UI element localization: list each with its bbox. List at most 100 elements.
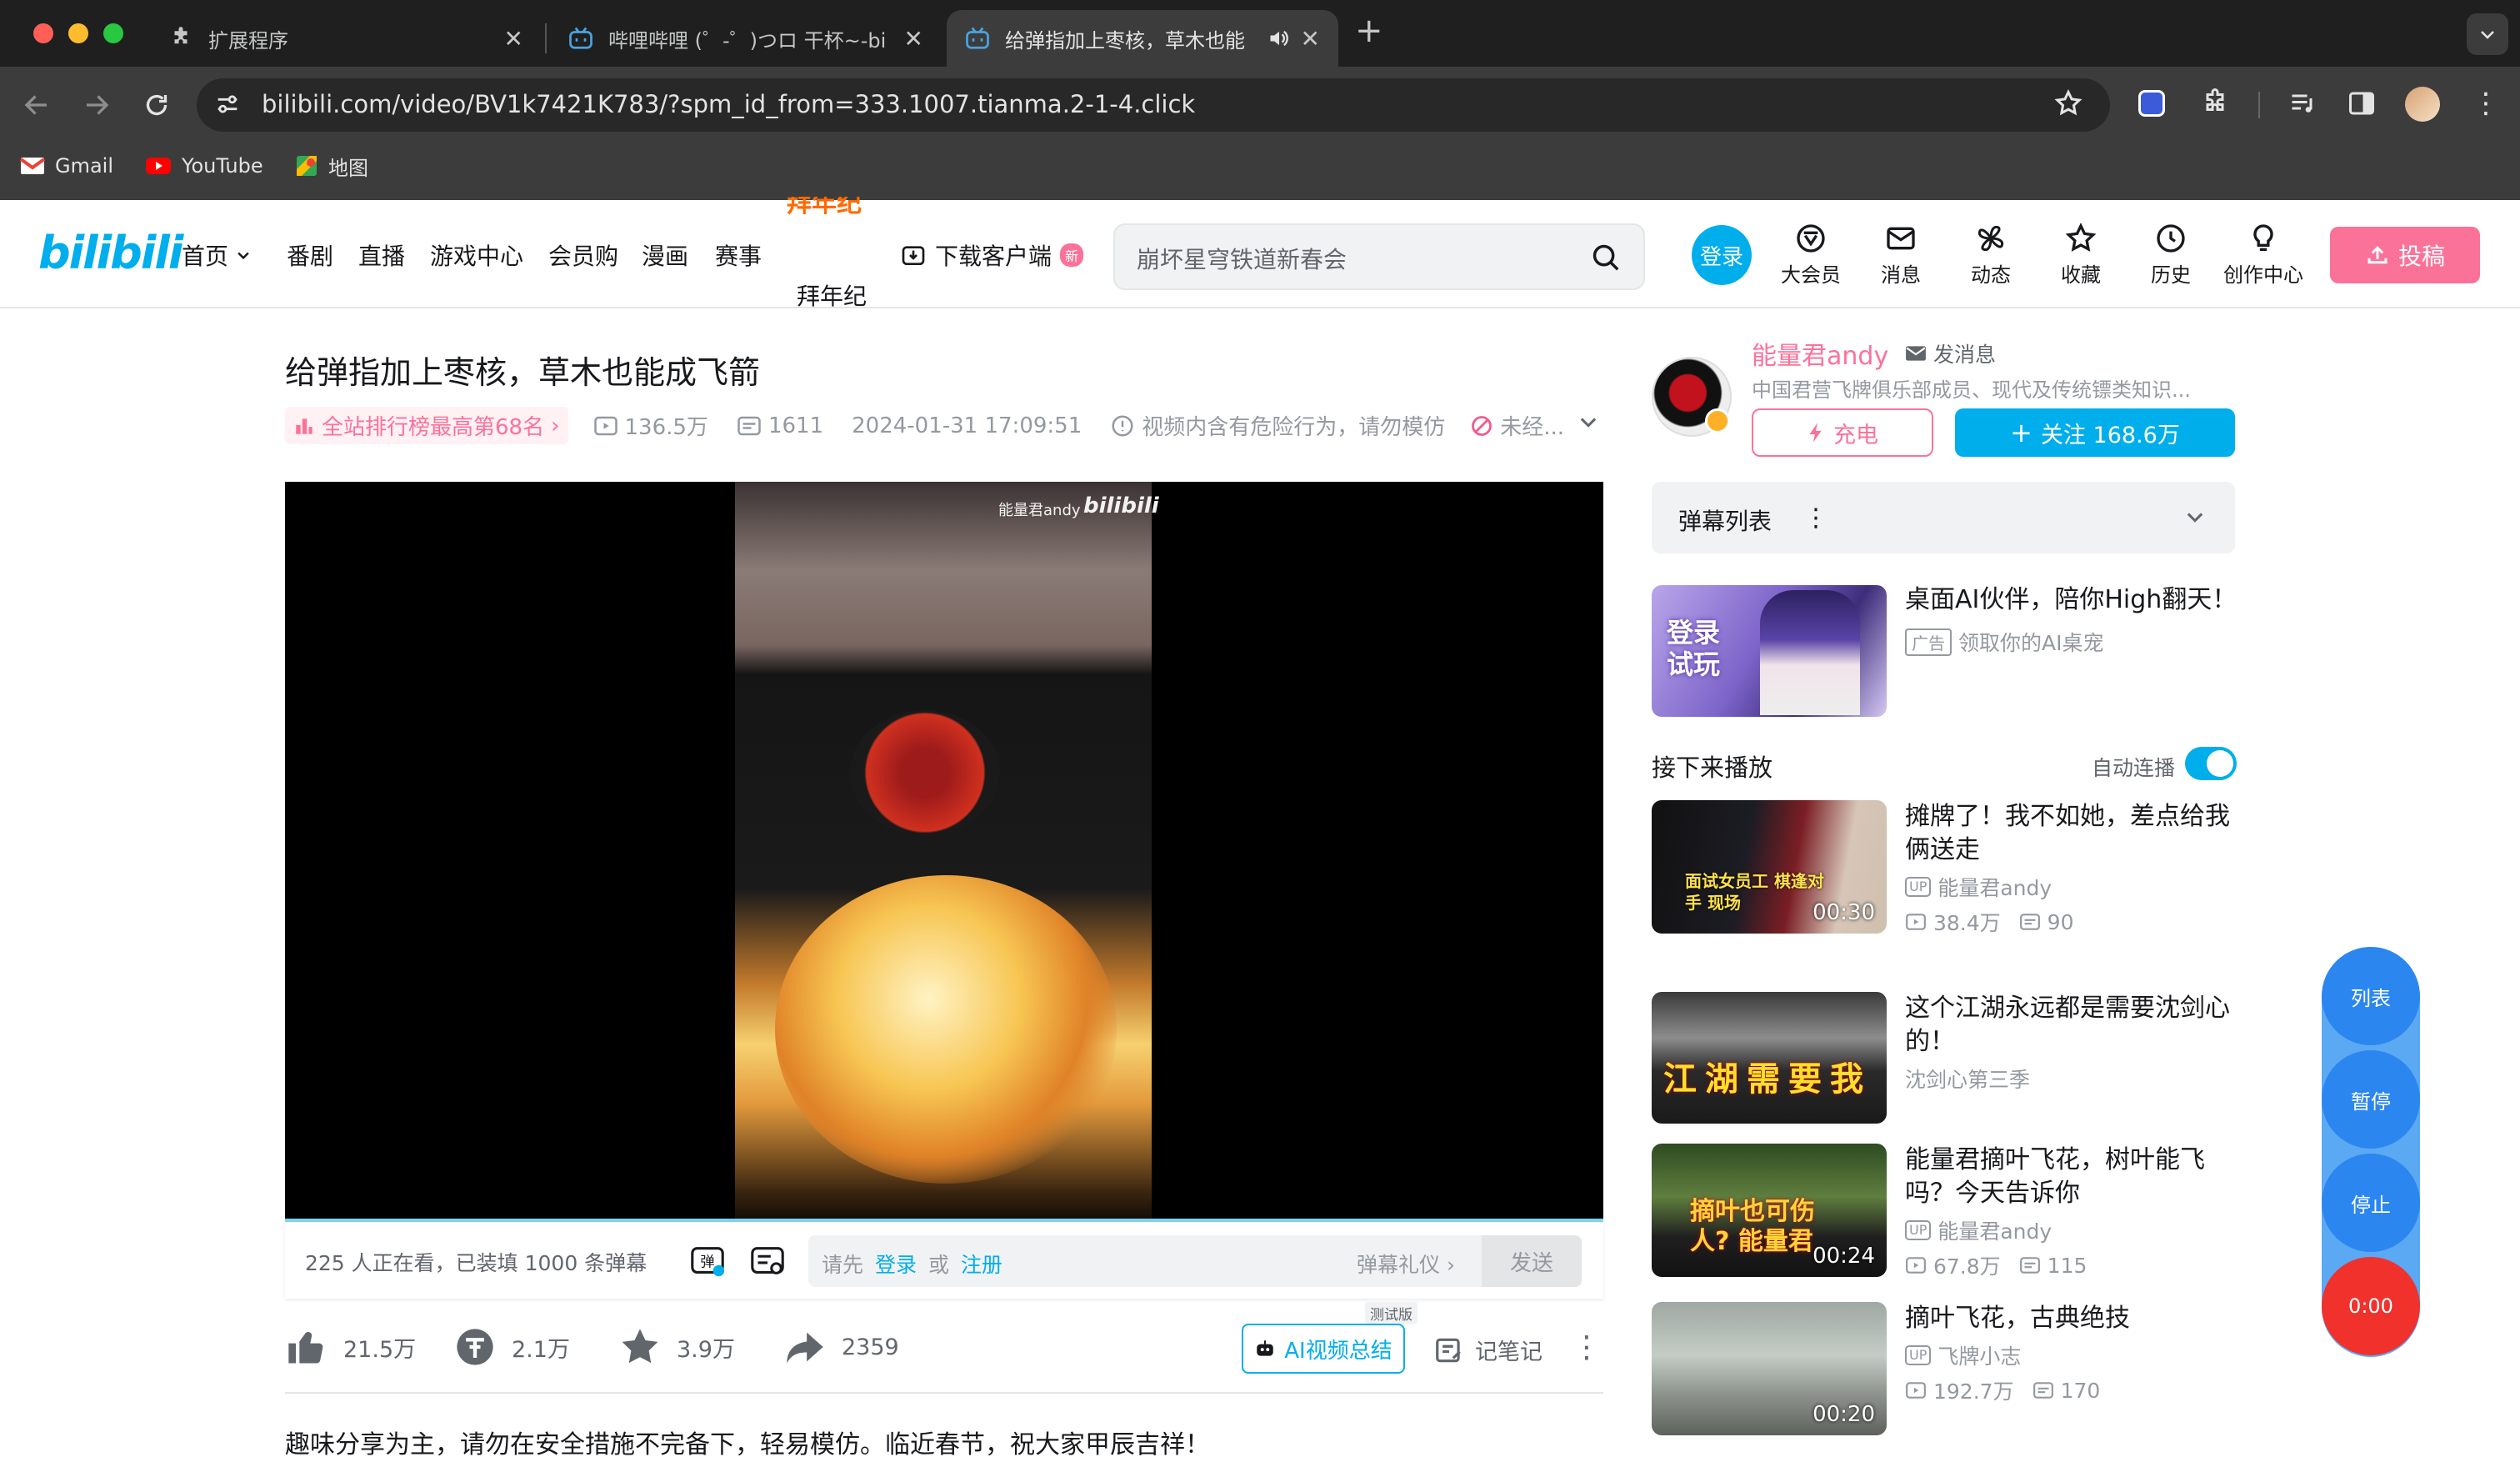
header-dynamics[interactable]: 动态 <box>1953 222 2028 288</box>
search-input[interactable]: 崩坏星穹铁道新春会 <box>1137 242 1347 275</box>
coin-button[interactable]: 2.1万 <box>453 1325 570 1369</box>
send-message-button[interactable]: 发消息 <box>1905 338 1996 368</box>
uploader-name[interactable]: 能量君andy <box>1752 335 1888 372</box>
extension-icon[interactable] <box>2138 90 2165 117</box>
danmaku-etiquette-link[interactable]: 弹幕礼仪 › <box>1357 1249 1455 1279</box>
like-button[interactable]: 21.5万 <box>285 1325 416 1369</box>
nav-anime[interactable]: 番剧 <box>287 238 333 272</box>
play-count-icon <box>1905 1254 1927 1276</box>
new-badge: 新 <box>1060 243 1084 267</box>
profile-avatar[interactable] <box>2405 87 2440 122</box>
notes-button[interactable]: 记笔记 <box>1433 1334 1542 1366</box>
extensions-puzzle-icon[interactable] <box>2200 88 2230 118</box>
recommendation-title[interactable]: 摘叶飞花，古典绝技 <box>1905 1302 2238 1335</box>
reload-button[interactable] <box>142 90 172 120</box>
ad-thumbnail[interactable]: 登录试玩 <box>1652 585 1887 717</box>
recommendation-author[interactable]: 沈剑心第三季 <box>1905 1064 2030 1094</box>
expand-meta-icon[interactable] <box>1577 410 1600 433</box>
browser-menu-icon[interactable]: ⋮ <box>2472 87 2500 120</box>
recommendation-thumbnail[interactable]: 摘叶也可伤人? 能量君 00:24 <box>1652 1144 1887 1277</box>
header-vip[interactable]: 大会员 <box>1773 222 1848 288</box>
danmaku-toggle-icon[interactable]: 弹 <box>688 1242 727 1280</box>
window-zoom-button[interactable] <box>103 23 123 43</box>
float-stop-button[interactable]: 停止 <box>2322 1154 2420 1252</box>
bookmark-maps[interactable]: 地图 <box>295 150 368 182</box>
danmaku-count: 115 <box>2047 1253 2088 1278</box>
tab-close-icon[interactable]: ✕ <box>504 25 523 53</box>
search-icon[interactable] <box>1590 242 1622 273</box>
float-pause-button[interactable]: 暂停 <box>2322 1050 2420 1149</box>
mail-icon <box>1863 222 1938 255</box>
danmaku-login-link[interactable]: 登录 <box>875 1253 917 1277</box>
header-favorites[interactable]: 收藏 <box>2043 222 2118 288</box>
more-actions-icon[interactable]: ⋮ <box>1572 1330 1602 1364</box>
bookmark-gmail[interactable]: Gmail <box>20 150 113 182</box>
nav-label: 首页 <box>182 243 229 270</box>
tab-extensions[interactable]: 扩展程序 ✕ <box>150 10 542 67</box>
header-messages[interactable]: 消息 <box>1863 222 1938 288</box>
ai-summary-button[interactable]: AI视频总结 <box>1242 1324 1405 1374</box>
login-button[interactable]: 登录 <box>1692 225 1752 285</box>
favorite-button[interactable]: 3.9万 <box>618 1325 735 1369</box>
recommendation-title[interactable]: 能量君摘叶飞花，树叶能飞吗？今天告诉你 <box>1905 1144 2238 1210</box>
new-year-gala-banner[interactable]: 拜年纪 <box>787 197 878 217</box>
autoplay-toggle[interactable] <box>2185 747 2237 780</box>
thumb-caption: 面试女员工 棋逢对手 现场 <box>1685 871 1824 913</box>
tab-current-video[interactable]: 给弹指加上枣核，草木也能 ✕ <box>947 10 1338 67</box>
upload-button[interactable]: 投稿 <box>2330 227 2480 283</box>
site-info-icon[interactable] <box>213 90 242 118</box>
charge-label: 充电 <box>1833 422 1878 448</box>
recommendation-thumbnail[interactable]: 00:20 <box>1652 1302 1887 1435</box>
window-minimize-button[interactable] <box>68 23 88 43</box>
share-arrow-icon <box>783 1325 827 1369</box>
nav-home[interactable]: 首页 <box>182 238 252 272</box>
tab-close-icon[interactable]: ✕ <box>904 25 923 53</box>
send-danmaku-button[interactable]: 发送 <box>1482 1235 1582 1287</box>
tab-close-icon[interactable]: ✕ <box>1301 25 1320 53</box>
side-panel-icon[interactable] <box>2347 88 2377 118</box>
recommendation-thumbnail[interactable]: 江湖需要我 <box>1652 992 1887 1124</box>
danmaku-list-menu-icon[interactable]: ⋮ <box>1803 503 1828 533</box>
back-button[interactable] <box>22 90 52 120</box>
bookmark-label: Gmail <box>55 154 114 178</box>
header-icon-label: 消息 <box>1881 263 1921 287</box>
recommendation-author[interactable]: UP 能量君andy <box>1905 1215 2052 1245</box>
bookmark-youtube[interactable]: YouTube <box>145 150 263 182</box>
float-list-button[interactable]: 列表 <box>2322 947 2420 1045</box>
header-history[interactable]: 历史 <box>2133 222 2208 288</box>
nav-mall[interactable]: 会员购 <box>548 238 618 272</box>
rank-badge[interactable]: 全站排行榜最高第68名 › <box>285 407 568 444</box>
share-button[interactable]: 2359 <box>783 1325 899 1369</box>
recommendation-title[interactable]: 这个江湖永远都是需要沈剑心的！ <box>1905 992 2238 1059</box>
nav-manga[interactable]: 漫画 <box>642 238 688 272</box>
media-control-icon[interactable] <box>2288 88 2318 118</box>
window-close-button[interactable] <box>33 23 53 43</box>
url-text[interactable]: bilibili.com/video/BV1k7421K783/?spm_id_… <box>262 90 1195 118</box>
charge-button[interactable]: 充电 <box>1752 408 1933 457</box>
tab-bilibili-home[interactable]: 哔哩哔哩 (゜-゜)つロ 干杯~-bi ✕ <box>550 10 942 67</box>
uploader-bio: 中国君营飞牌俱乐部成员、现代及传统镖类知识... <box>1752 378 2191 402</box>
nav-esports[interactable]: 赛事 <box>715 238 762 272</box>
next-up-label: 接下来播放 <box>1652 754 1773 782</box>
recommendation-author[interactable]: UP 能量君andy <box>1905 872 2052 902</box>
header-creator-center[interactable]: 创作中心 <box>2217 222 2310 288</box>
danmaku-register-link[interactable]: 注册 <box>961 1253 1002 1277</box>
ad-title[interactable]: 桌面AI伙伴，陪你High翻天！ <box>1905 583 2238 617</box>
tab-search-button[interactable] <box>2467 13 2508 55</box>
chevron-down-icon[interactable] <box>2183 505 2207 528</box>
danmaku-settings-icon[interactable] <box>748 1242 787 1280</box>
recommendation-author[interactable]: UP 飞牌小志 <box>1905 1340 2021 1370</box>
nav-new-year-gala[interactable]: 拜年纪 <box>797 278 867 312</box>
bilibili-logo[interactable]: bilibili <box>38 227 183 279</box>
recommendation-title[interactable]: 摊牌了！我不如她，差点给我俩送走 <box>1905 800 2238 867</box>
bookmark-star-icon[interactable] <box>2053 88 2083 118</box>
nav-live[interactable]: 直播 <box>358 238 405 272</box>
forward-button[interactable] <box>82 90 112 120</box>
speaker-icon[interactable] <box>1268 27 1291 50</box>
follow-button[interactable]: + 关注 168.6万 <box>1955 408 2235 457</box>
nav-game-center[interactable]: 游戏中心 <box>430 238 523 272</box>
new-tab-button[interactable]: + <box>1355 12 1383 50</box>
download-client-button[interactable]: 下载客户端 新 <box>900 238 1084 272</box>
recommendation-thumbnail[interactable]: 面试女员工 棋逢对手 现场 00:30 <box>1652 800 1887 934</box>
recording-timer[interactable]: 0:00 <box>2322 1257 2420 1355</box>
